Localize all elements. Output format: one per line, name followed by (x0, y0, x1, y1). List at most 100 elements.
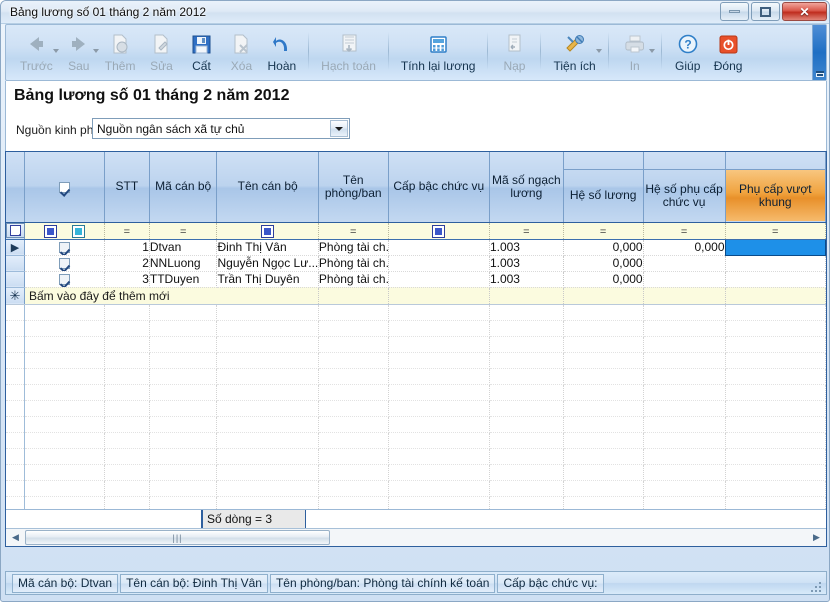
new-row-cell[interactable] (563, 287, 644, 305)
grid-header-cap-bac-chuc-vu[interactable]: Cấp bậc chức vụ (388, 152, 490, 223)
scroll-right-button[interactable]: ▶ (808, 530, 825, 546)
filter-value-icon[interactable] (72, 224, 86, 238)
filter-cell-cap-bac[interactable] (388, 222, 490, 240)
new-row-cell[interactable] (489, 287, 564, 305)
toolbar-button-nap[interactable]: Nạp (494, 27, 534, 79)
cell-ten-phong-ban[interactable]: Phòng tài ch... (318, 239, 389, 256)
chevron-down-icon[interactable] (595, 49, 602, 53)
filter-cell-select[interactable] (24, 222, 105, 240)
row-checkbox[interactable] (58, 258, 70, 270)
maximize-button[interactable] (751, 2, 780, 21)
row-checkbox-cell[interactable] (24, 239, 105, 256)
new-row-cell[interactable] (318, 287, 389, 305)
cell-ma-ngach[interactable]: 1.003 (489, 239, 564, 256)
cell-cap-bac[interactable] (388, 239, 490, 256)
toolbar-button-tinh-lai-luong[interactable]: Tính lại lương (395, 27, 482, 79)
row-checkbox-cell[interactable] (24, 271, 105, 288)
toolbar-button-giup[interactable]: ? Giúp (668, 27, 708, 79)
filter-cell-ma-can-bo[interactable]: = (149, 222, 218, 240)
filter-cell-ten-can-bo[interactable] (216, 222, 319, 240)
filter-cell-phu-cap-vuot-khung[interactable]: = (725, 222, 826, 240)
filter-op-icon[interactable] (43, 224, 57, 238)
cell-stt[interactable]: 3 (104, 271, 150, 288)
cell-phu-cap-vuot-khung-selected[interactable] (724, 238, 826, 256)
cell-he-so-phu-cap[interactable] (643, 255, 726, 272)
grid-header-phu-cap-vuot-khung[interactable]: Phụ cấp vượt khung (725, 152, 826, 223)
resize-grip[interactable] (811, 580, 823, 592)
new-row-cell[interactable] (643, 287, 726, 305)
scroll-left-button[interactable]: ◀ (7, 530, 24, 546)
cell-stt[interactable]: 2 (104, 255, 150, 272)
chevron-down-icon[interactable] (330, 120, 348, 137)
funding-source-combobox[interactable]: Nguồn ngân sách xã tự chủ (92, 118, 350, 139)
new-row-handle[interactable]: ✳ (6, 287, 25, 305)
table-row[interactable]: ▶ 1 Dtvan Đinh Thị Vân Phòng tài ch... 1… (6, 238, 826, 256)
cell-ma-can-bo[interactable]: TTDuyen (149, 271, 218, 288)
cell-ten-phong-ban[interactable]: Phòng tài ch... (318, 255, 389, 272)
toolbar-button-xoa[interactable]: Xóa (221, 27, 261, 79)
toolbar-button-hoan[interactable]: Hoàn (261, 27, 302, 79)
toolbar-button-hach-toan[interactable]: Hạch toán (315, 27, 382, 79)
cell-ma-can-bo[interactable]: Dtvan (149, 239, 218, 256)
grid-header-he-so-phu-cap-chuc-vu[interactable]: Hệ số phụ cấp chức vụ (643, 152, 726, 223)
toolbar-button-truoc[interactable]: Trước (14, 27, 59, 79)
filter-cell-he-so-phu-cap[interactable]: = (643, 222, 726, 240)
toolbar-button-sau[interactable]: Sau (59, 27, 99, 79)
toolbar-button-tien-ich[interactable]: Tiện ích (547, 27, 602, 79)
scrollbar-track[interactable] (330, 530, 807, 546)
grid-filter-row[interactable]: = = = = = = = (6, 222, 826, 240)
row-checkbox[interactable] (58, 274, 70, 286)
new-record-row[interactable]: ✳ Bấm vào đây để thêm mới (6, 287, 826, 305)
select-all-checkbox[interactable] (58, 181, 70, 193)
grid-header-ten-can-bo[interactable]: Tên cán bộ (216, 152, 319, 223)
row-checkbox[interactable] (58, 242, 70, 254)
cell-ten-phong-ban[interactable]: Phòng tài ch... (318, 271, 389, 288)
filter-op-icon[interactable] (261, 224, 275, 238)
cell-ma-ngach[interactable]: 1.003 (489, 271, 564, 288)
row-handle-current[interactable]: ▶ (6, 239, 25, 256)
toolbar-button-sua[interactable]: Sửa (141, 27, 181, 79)
grid-header-ten-phong-ban[interactable]: Tên phòng/ban (318, 152, 389, 223)
cell-ma-can-bo[interactable]: NNLuong (149, 255, 218, 272)
row-checkbox-cell[interactable] (24, 255, 105, 272)
cell-he-so-luong[interactable]: 0,000 (563, 239, 644, 256)
cell-cap-bac[interactable] (388, 271, 490, 288)
new-row-cell[interactable] (388, 287, 490, 305)
filter-cell-he-so-luong[interactable]: = (563, 222, 644, 240)
cell-ten-can-bo[interactable]: Nguyễn Ngọc Lư... (216, 255, 319, 272)
filter-op-icon[interactable] (432, 224, 446, 238)
grid-header-ma-so-ngach-luong[interactable]: Mã số ngạch lương (489, 152, 564, 223)
cell-ma-ngach[interactable]: 1.003 (489, 255, 564, 272)
table-row[interactable]: 3 TTDuyen Trần Thị Duyên Phòng tài ch...… (6, 271, 826, 288)
row-handle[interactable] (6, 255, 25, 272)
filter-cell-stt[interactable]: = (104, 222, 150, 240)
cell-phu-cap-vuot-khung[interactable] (725, 255, 826, 272)
grid-header-ma-can-bo[interactable]: Mã cán bộ (149, 152, 218, 223)
row-handle[interactable] (6, 271, 25, 288)
cell-ten-can-bo[interactable]: Trần Thị Duyên (216, 271, 319, 288)
cell-stt[interactable]: 1 (104, 239, 150, 256)
toolbar-button-them[interactable]: Thêm (99, 27, 142, 79)
filter-builder-icon[interactable] (6, 223, 25, 239)
cell-he-so-luong[interactable]: 0,000 (563, 271, 644, 288)
cell-cap-bac[interactable] (388, 255, 490, 272)
filter-row-handle[interactable] (6, 222, 25, 240)
filter-cell-ma-ngach[interactable]: = (489, 222, 564, 240)
new-row-prompt[interactable]: Bấm vào đây để thêm mới (24, 287, 319, 305)
new-row-cell[interactable] (725, 287, 826, 305)
grid-header-stt[interactable]: STT (104, 152, 150, 223)
scrollbar-thumb[interactable]: ||| (25, 530, 330, 545)
grid-horizontal-scrollbar[interactable]: ◀ ||| ▶ (6, 528, 826, 546)
filter-cell-ten-phong-ban[interactable]: = (318, 222, 389, 240)
toolbar-button-cat[interactable]: Cất (181, 27, 221, 79)
toolbar-overflow-button[interactable] (812, 25, 826, 80)
toolbar-button-dong[interactable]: Đóng (708, 27, 749, 79)
cell-he-so-phu-cap[interactable]: 0,000 (643, 239, 726, 256)
grid-header-he-so-luong[interactable]: Hệ số lương (563, 152, 644, 223)
close-button[interactable]: ✕ (782, 2, 827, 21)
cell-phu-cap-vuot-khung[interactable] (725, 271, 826, 288)
chevron-down-icon[interactable] (648, 49, 655, 53)
cell-he-so-phu-cap[interactable] (643, 271, 726, 288)
grid-header-select-all[interactable] (24, 152, 105, 223)
cell-ten-can-bo[interactable]: Đinh Thị Vân (216, 239, 319, 256)
